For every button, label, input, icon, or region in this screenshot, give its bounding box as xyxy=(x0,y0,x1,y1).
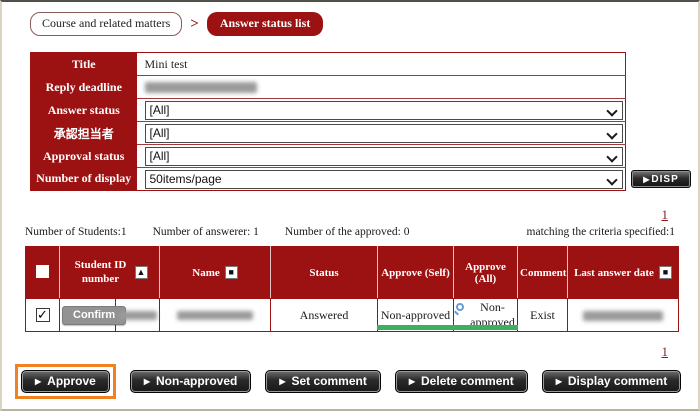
green-highlight-underline xyxy=(377,325,518,330)
approver-label: 承認担当者 xyxy=(31,122,137,145)
table-row: ✓ Confirm Answered Non-approved xyxy=(26,299,679,332)
breadcrumb-separator-icon: > xyxy=(190,16,199,33)
number-of-display-label: Number of display xyxy=(31,168,137,191)
breadcrumb-current-page: Answer status list xyxy=(207,12,323,36)
reply-deadline-value xyxy=(137,76,626,99)
header-name: Name ■ xyxy=(160,247,271,299)
last-answer-date-redacted-value xyxy=(583,311,663,321)
header-student-id: Student ID number ▲ xyxy=(60,247,160,299)
approval-status-label: Approval status xyxy=(31,145,137,168)
row-select-cell: ✓ xyxy=(26,299,60,332)
title-label: Title xyxy=(31,53,137,76)
approve-button[interactable]: ▶ Approve xyxy=(21,370,110,393)
form-row-approver: 承認担当者 [All] xyxy=(31,122,626,145)
breadcrumb-course-link[interactable]: Course and related matters xyxy=(30,12,182,36)
student-name-redacted-value xyxy=(177,311,253,320)
approver-select[interactable]: [All] xyxy=(145,124,624,143)
header-approve-self: Approve (Self) xyxy=(378,247,454,299)
student-id-redacted-value xyxy=(119,311,157,320)
disp-button[interactable]: ▶ DISP xyxy=(631,170,691,188)
non-approved-button[interactable]: ▶ Non-approved xyxy=(130,370,252,393)
row-last-answer-date-cell xyxy=(568,299,679,332)
form-row-reply-deadline: Reply deadline xyxy=(31,76,626,99)
row-status-cell: Answered xyxy=(271,299,378,332)
sort-ascending-icon[interactable]: ▲ xyxy=(135,266,148,279)
display-comment-button[interactable]: ▶ Display comment xyxy=(542,370,682,393)
header-approve-all: Approve (All) xyxy=(454,247,518,299)
filter-form: Title Mini test Reply deadline Answer st… xyxy=(30,52,626,191)
answer-status-label: Answer status xyxy=(31,99,137,122)
stat-number-of-approved: Number of the approved: 0 xyxy=(285,226,410,238)
title-value: Mini test xyxy=(137,53,626,76)
form-row-answer-status: Answer status [All] xyxy=(31,99,626,122)
results-table-wrap: Student ID number ▲ Name ■ Status Approv… xyxy=(25,246,679,332)
results-table: Student ID number ▲ Name ■ Status Approv… xyxy=(25,246,679,332)
form-row-approval-status: Approval status [All] xyxy=(31,145,626,168)
play-arrow-icon: ▶ xyxy=(35,377,41,386)
result-stats: Number of Students:1 Number of answerer:… xyxy=(25,226,675,238)
page-number-bottom[interactable]: 1 xyxy=(662,344,669,360)
play-arrow-icon: ▶ xyxy=(643,175,649,184)
header-select-all xyxy=(26,247,60,299)
magnifier-icon[interactable] xyxy=(456,303,464,311)
reply-deadline-redacted-value xyxy=(145,82,257,93)
row-student-id-cell xyxy=(116,299,160,332)
approval-status-select[interactable]: [All] xyxy=(145,147,624,166)
row-comment-cell: Exist xyxy=(518,299,568,332)
row-confirm-cell: Confirm xyxy=(60,299,116,332)
orange-highlight-box: ▶ Approve xyxy=(15,364,116,399)
sort-none-icon[interactable]: ■ xyxy=(225,266,238,279)
set-comment-button[interactable]: ▶ Set comment xyxy=(265,370,381,393)
answer-status-list-page: Course and related matters > Answer stat… xyxy=(0,0,700,411)
sort-none-icon[interactable]: ■ xyxy=(659,266,672,279)
header-status: Status xyxy=(271,247,378,299)
form-row-number-of-display: Number of display 50items/page xyxy=(31,168,626,191)
page-number-top[interactable]: 1 xyxy=(662,207,669,223)
confirm-button[interactable]: Confirm xyxy=(62,306,126,325)
table-header-row: Student ID number ▲ Name ■ Status Approv… xyxy=(26,247,679,299)
reply-deadline-label: Reply deadline xyxy=(31,76,137,99)
action-button-bar: ▶ Approve ▶ Non-approved ▶ Set comment ▶… xyxy=(15,364,683,399)
form-row-title: Title Mini test xyxy=(31,53,626,76)
number-of-display-select[interactable]: 50items/page xyxy=(145,170,624,189)
play-arrow-icon: ▶ xyxy=(144,377,150,386)
stat-matching-criteria: matching the criteria specified:1 xyxy=(527,226,675,238)
row-name-cell xyxy=(160,299,271,332)
play-arrow-icon: ▶ xyxy=(409,377,415,386)
stat-number-of-students: Number of Students:1 xyxy=(25,226,127,238)
breadcrumb: Course and related matters > Answer stat… xyxy=(30,12,323,36)
select-all-checkbox[interactable] xyxy=(36,265,49,278)
header-last-answer-date: Last answer date ■ xyxy=(568,247,679,299)
answer-status-select[interactable]: [All] xyxy=(145,101,624,120)
row-checkbox-checked[interactable]: ✓ xyxy=(36,308,50,322)
stat-number-of-answerer: Number of answerer: 1 xyxy=(153,226,259,238)
play-arrow-icon: ▶ xyxy=(279,377,285,386)
delete-comment-button[interactable]: ▶ Delete comment xyxy=(395,370,528,393)
header-comment: Comment xyxy=(518,247,568,299)
play-arrow-icon: ▶ xyxy=(556,377,562,386)
